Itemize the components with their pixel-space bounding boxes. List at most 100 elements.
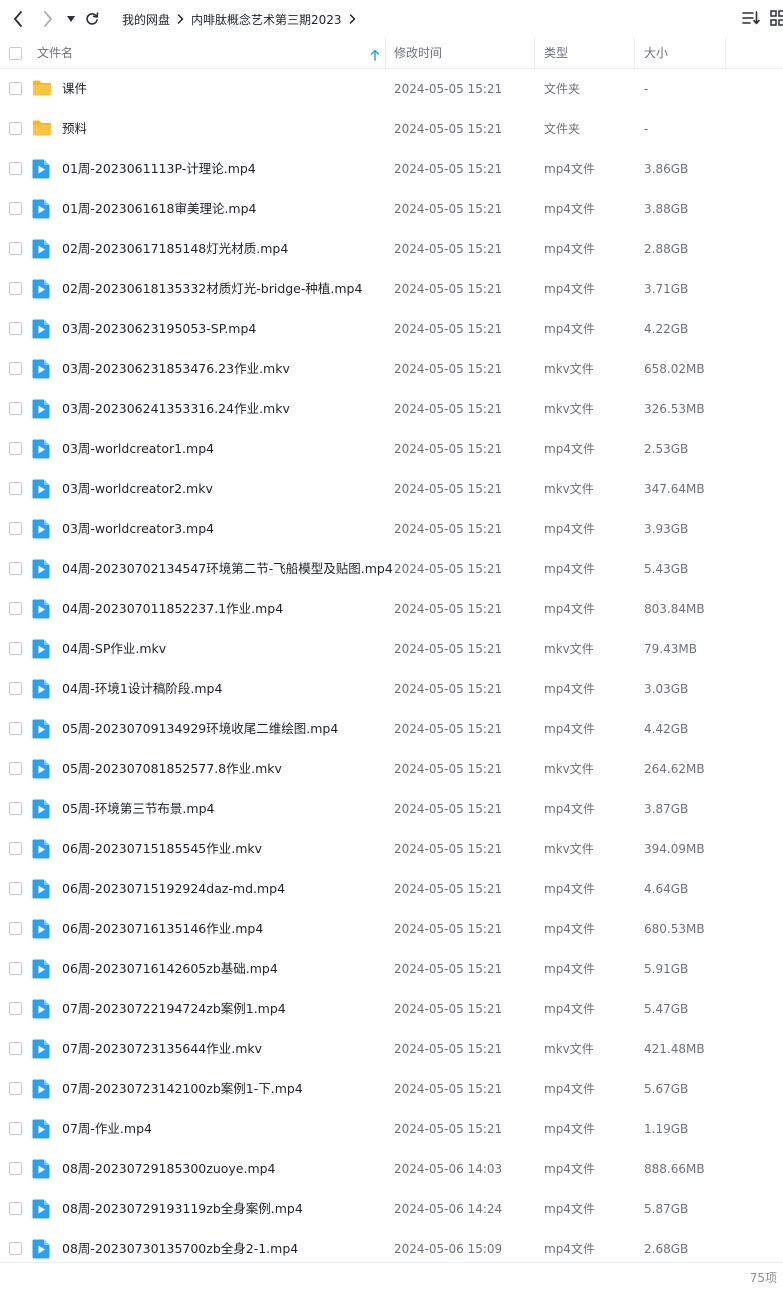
file-row[interactable]: 04周-环境1设计稿阶段.mp4 2024-05-05 15:21 mp4文件 3.0… xyxy=(0,669,783,709)
file-row[interactable]: 07周-20230723135644作业.mkv 2024-05-05 15:21… xyxy=(0,1029,783,1069)
row-checkbox[interactable] xyxy=(9,282,22,295)
refresh-button[interactable] xyxy=(82,7,102,31)
column-divider[interactable] xyxy=(534,38,535,68)
file-name[interactable]: 01周-2023061113P-计理论.mp4 xyxy=(62,149,256,189)
file-row[interactable]: 06周-20230716135146作业.mp4 2024-05-05 15:21… xyxy=(0,909,783,949)
row-checkbox[interactable] xyxy=(9,802,22,815)
file-name[interactable]: 06周-20230716142605zb基础.mp4 xyxy=(62,949,278,989)
row-checkbox[interactable] xyxy=(9,442,22,455)
file-name[interactable]: 05周-20230709134929环境收尾二维绘图.mp4 xyxy=(62,709,338,749)
row-checkbox[interactable] xyxy=(9,1202,22,1215)
row-checkbox[interactable] xyxy=(9,842,22,855)
row-checkbox[interactable] xyxy=(9,642,22,655)
row-checkbox[interactable] xyxy=(9,562,22,575)
file-row[interactable]: 06周-20230715192924daz-md.mp4 2024-05-05 1… xyxy=(0,869,783,909)
file-name[interactable]: 预料 xyxy=(62,109,87,149)
row-checkbox[interactable] xyxy=(9,162,22,175)
file-name[interactable]: 04周-SP作业.mkv xyxy=(62,629,166,669)
row-checkbox[interactable] xyxy=(9,202,22,215)
file-name[interactable]: 04周-20230702134547环境第二节-飞船模型及贴图.mp4 xyxy=(62,549,393,589)
file-row[interactable]: 03周-202306231853476.23作业.mkv 2024-05-05 1… xyxy=(0,349,783,389)
file-name[interactable]: 04周-202307011852237.1作业.mp4 xyxy=(62,589,283,629)
file-row[interactable]: 08周-20230729193119zb全身案例.mp4 2024-05-06 1… xyxy=(0,1189,783,1229)
file-name[interactable]: 07周-20230723142100zb案例1-下.mp4 xyxy=(62,1069,303,1109)
row-checkbox[interactable] xyxy=(9,242,22,255)
breadcrumb-current[interactable]: 内啡肽概念艺术第三期2023 xyxy=(191,11,342,28)
file-name[interactable]: 06周-20230716135146作业.mp4 xyxy=(62,909,263,949)
file-name[interactable]: 06周-20230715192924daz-md.mp4 xyxy=(62,869,285,909)
file-name[interactable]: 01周-2023061618审美理论.mp4 xyxy=(62,189,256,229)
file-row[interactable]: 05周-20230709134929环境收尾二维绘图.mp4 2024-05-05… xyxy=(0,709,783,749)
row-checkbox[interactable] xyxy=(9,522,22,535)
column-modified[interactable]: 修改时间 xyxy=(394,38,442,68)
row-checkbox[interactable] xyxy=(9,882,22,895)
file-row[interactable]: 03周-20230623195053-SP.mp4 2024-05-05 15:2… xyxy=(0,309,783,349)
file-row[interactable]: 05周-202307081852577.8作业.mkv 2024-05-05 15… xyxy=(0,749,783,789)
sort-ascending-icon[interactable] xyxy=(370,46,380,65)
file-row[interactable]: 04周-202307011852237.1作业.mp4 2024-05-05 15… xyxy=(0,589,783,629)
file-row[interactable]: 04周-20230702134547环境第二节-飞船模型及贴图.mp4 2024-… xyxy=(0,549,783,589)
row-checkbox[interactable] xyxy=(9,322,22,335)
row-checkbox[interactable] xyxy=(9,602,22,615)
row-checkbox[interactable] xyxy=(9,1122,22,1135)
row-checkbox[interactable] xyxy=(9,922,22,935)
file-name[interactable]: 07周-作业.mp4 xyxy=(62,1109,152,1149)
file-row[interactable]: 04周-SP作业.mkv 2024-05-05 15:21 mkv文件 79.43MB xyxy=(0,629,783,669)
file-row[interactable]: 05周-环境第三节布景.mp4 2024-05-05 15:21 mp4文件 3.87… xyxy=(0,789,783,829)
file-row[interactable]: 08周-20230729185300zuoye.mp4 2024-05-06 14… xyxy=(0,1149,783,1189)
row-checkbox[interactable] xyxy=(9,762,22,775)
back-button[interactable] xyxy=(8,7,28,31)
file-name[interactable]: 06周-20230715185545作业.mkv xyxy=(62,829,262,869)
file-row[interactable]: 02周-20230618135332材质灯光-bridge-种植.mp4 2024… xyxy=(0,269,783,309)
file-name[interactable]: 03周-20230623195053-SP.mp4 xyxy=(62,309,256,349)
file-name[interactable]: 08周-20230729193119zb全身案例.mp4 xyxy=(62,1189,303,1229)
file-row[interactable]: 07周-20230722194724zb案例1.mp4 2024-05-05 15… xyxy=(0,989,783,1029)
column-divider[interactable] xyxy=(634,38,635,68)
file-row[interactable]: 03周-202306241353316.24作业.mkv 2024-05-05 1… xyxy=(0,389,783,429)
file-name[interactable]: 03周-worldcreator2.mkv xyxy=(62,469,213,509)
row-checkbox[interactable] xyxy=(9,1042,22,1055)
row-checkbox[interactable] xyxy=(9,962,22,975)
row-checkbox[interactable] xyxy=(9,122,22,135)
file-name[interactable]: 02周-20230618135332材质灯光-bridge-种植.mp4 xyxy=(62,269,362,309)
file-name[interactable]: 07周-20230722194724zb案例1.mp4 xyxy=(62,989,286,1029)
row-checkbox[interactable] xyxy=(9,82,22,95)
file-row[interactable]: 07周-作业.mp4 2024-05-05 15:21 mp4文件 1.19GB xyxy=(0,1109,783,1149)
row-checkbox[interactable] xyxy=(9,1082,22,1095)
file-name[interactable]: 08周-20230729185300zuoye.mp4 xyxy=(62,1149,276,1189)
row-checkbox[interactable] xyxy=(9,362,22,375)
file-name[interactable]: 07周-20230723135644作业.mkv xyxy=(62,1029,262,1069)
file-row[interactable]: 06周-20230715185545作业.mkv 2024-05-05 15:21… xyxy=(0,829,783,869)
row-checkbox[interactable] xyxy=(9,482,22,495)
column-name[interactable]: 文件名 xyxy=(37,38,73,68)
file-name[interactable]: 03周-worldcreator3.mp4 xyxy=(62,509,214,549)
file-name[interactable]: 03周-worldcreator1.mp4 xyxy=(62,429,214,469)
file-name[interactable]: 05周-202307081852577.8作业.mkv xyxy=(62,749,282,789)
forward-button[interactable] xyxy=(38,7,58,31)
sort-button[interactable] xyxy=(742,10,760,30)
breadcrumb-root[interactable]: 我的网盘 xyxy=(122,11,170,28)
file-row[interactable]: 01周-2023061113P-计理论.mp4 2024-05-05 15:21 m… xyxy=(0,149,783,189)
column-type[interactable]: 类型 xyxy=(544,38,568,68)
row-checkbox[interactable] xyxy=(9,402,22,415)
file-name[interactable]: 03周-202306231853476.23作业.mkv xyxy=(62,349,290,389)
file-row[interactable]: 07周-20230723142100zb案例1-下.mp4 2024-05-05 … xyxy=(0,1069,783,1109)
row-checkbox[interactable] xyxy=(9,722,22,735)
view-mode-button[interactable] xyxy=(770,10,783,30)
file-name[interactable]: 02周-20230617185148灯光材质.mp4 xyxy=(62,229,288,269)
history-dropdown-button[interactable] xyxy=(64,7,78,31)
row-checkbox[interactable] xyxy=(9,1162,22,1175)
column-divider[interactable] xyxy=(385,38,386,68)
file-name[interactable]: 课件 xyxy=(62,69,87,109)
file-name[interactable]: 05周-环境第三节布景.mp4 xyxy=(62,789,214,829)
file-name[interactable]: 03周-202306241353316.24作业.mkv xyxy=(62,389,290,429)
file-row[interactable]: 03周-worldcreator3.mp4 2024-05-05 15:21 mp4… xyxy=(0,509,783,549)
row-checkbox[interactable] xyxy=(9,1242,22,1255)
row-checkbox[interactable] xyxy=(9,1002,22,1015)
select-all-checkbox[interactable] xyxy=(9,47,22,60)
column-divider[interactable] xyxy=(725,38,726,68)
row-checkbox[interactable] xyxy=(9,682,22,695)
file-name[interactable]: 04周-环境1设计稿阶段.mp4 xyxy=(62,669,222,709)
column-size[interactable]: 大小 xyxy=(644,38,668,68)
file-row[interactable]: 01周-2023061618审美理论.mp4 2024-05-05 15:21 mp… xyxy=(0,189,783,229)
